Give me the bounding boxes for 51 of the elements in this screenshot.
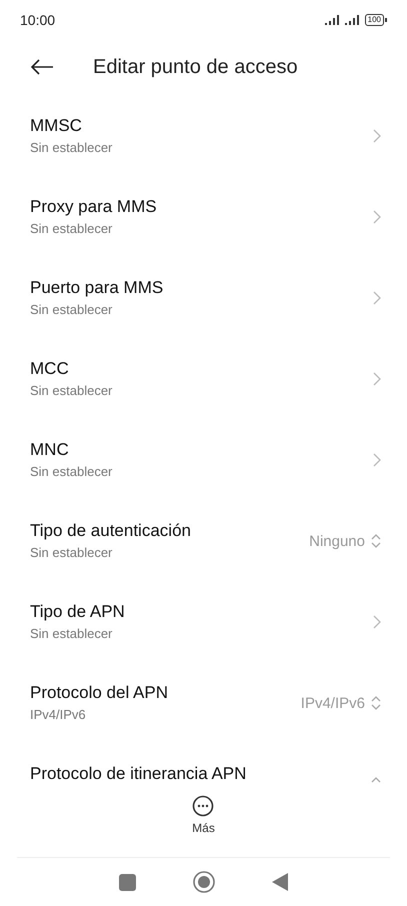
setting-row[interactable]: MCC Sin establecer <box>0 350 407 431</box>
back-arrow-icon <box>30 59 54 75</box>
back-nav-button[interactable] <box>272 873 288 891</box>
chevron-right-icon <box>373 615 381 629</box>
home-button[interactable] <box>192 871 215 893</box>
setting-value: Sin establecer <box>30 220 114 238</box>
more-button[interactable]: Más <box>192 795 215 835</box>
setting-title: MNC <box>30 439 70 461</box>
page-title: Editar punto de acceso <box>93 56 298 78</box>
dropdown-value: IPv4/IPv6 <box>300 694 365 712</box>
setting-row[interactable]: Tipo de APN Sin establecer <box>0 593 407 674</box>
triangle-left-icon <box>272 873 288 891</box>
setting-title: MCC <box>30 358 70 380</box>
signal-icon <box>324 15 341 25</box>
setting-row[interactable]: Puerto para MMS Sin establecer <box>0 269 407 350</box>
setting-value: Sin establecer <box>30 625 114 643</box>
battery-level: 100 <box>364 14 384 26</box>
chevron-right-icon <box>373 129 381 143</box>
chevron-right-icon <box>373 210 381 224</box>
square-icon <box>118 874 136 890</box>
setting-row[interactable]: MNC Sin establecer <box>0 431 407 512</box>
setting-title: Tipo de autenticación <box>30 520 192 542</box>
setting-value: IPv4/IPv6 <box>30 706 87 724</box>
chevron-right-icon <box>373 372 381 386</box>
up-down-icon <box>371 696 381 710</box>
setting-title: Proxy para MMS <box>30 196 158 218</box>
back-button[interactable] <box>30 59 54 75</box>
circle-icon <box>192 871 215 893</box>
setting-row[interactable]: Tipo de autenticación Sin establecer Ninguno <box>0 512 407 593</box>
chevron-right-icon <box>373 291 381 305</box>
dropdown-value: Ninguno <box>309 532 365 550</box>
status-time: 10:00 <box>20 12 56 28</box>
setting-row[interactable]: Protocolo del APN IPv4/IPv6 IPv4/IPv6 <box>0 674 407 755</box>
setting-row[interactable]: Proxy para MMS Sin establecer <box>0 188 407 269</box>
signal-icon <box>344 15 361 25</box>
setting-title: MMSC <box>30 115 83 137</box>
setting-value: Sin establecer <box>30 463 114 481</box>
setting-title: Protocolo del APN <box>30 682 169 704</box>
setting-title: Protocolo de itinerancia APN <box>30 763 248 784</box>
setting-title: Tipo de APN <box>30 601 126 623</box>
setting-title: Puerto para MMS <box>30 277 164 299</box>
setting-value: Sin establecer <box>30 139 114 157</box>
chevron-right-icon <box>373 453 381 467</box>
setting-row[interactable]: MMSC Sin establecer <box>0 107 407 188</box>
setting-value: Sin establecer <box>30 301 114 319</box>
setting-value: Sin establecer <box>30 382 114 400</box>
more-icon <box>192 795 214 817</box>
recents-button[interactable] <box>118 874 136 890</box>
up-down-icon <box>371 534 381 548</box>
setting-value: Sin establecer <box>30 544 114 562</box>
setting-row[interactable]: Protocolo de itinerancia APN <box>0 755 407 784</box>
